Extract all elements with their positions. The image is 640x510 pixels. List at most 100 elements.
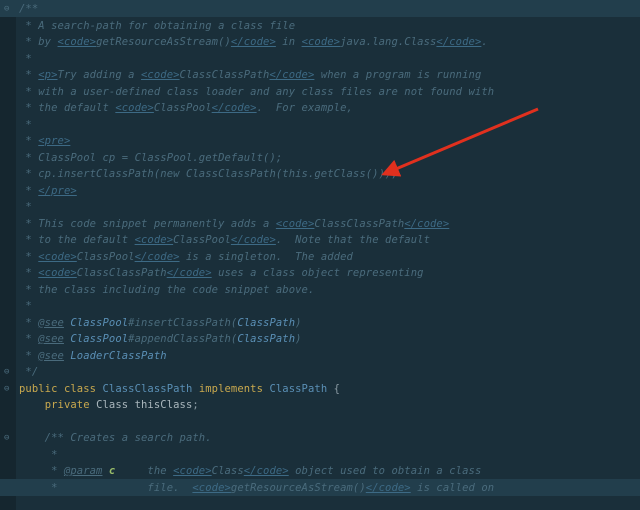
- gutter-fold-mark[interactable]: [4, 67, 12, 84]
- gutter-fold-mark[interactable]: [4, 84, 12, 101]
- code-line[interactable]: *: [19, 117, 636, 134]
- code-line[interactable]: * </pre>: [19, 183, 636, 200]
- code-line[interactable]: * A search-path for obtaining a class fi…: [19, 18, 636, 35]
- code-line[interactable]: /**: [19, 1, 636, 18]
- code-area[interactable]: /** * A search-path for obtaining a clas…: [19, 0, 636, 496]
- token-cmt: *: [19, 267, 38, 279]
- token-cmt: getResourceAsStream(): [231, 482, 366, 494]
- code-line[interactable]: *: [19, 51, 636, 68]
- token-linkmeth: #insertClassPath(: [128, 317, 237, 329]
- code-line[interactable]: */: [19, 364, 636, 381]
- token-tag: <code>: [38, 251, 77, 263]
- token-cmt: ClassPool: [173, 234, 231, 246]
- code-line[interactable]: * <pre>: [19, 133, 636, 150]
- gutter-fold-mark[interactable]: [4, 298, 12, 315]
- gutter-fold-mark[interactable]: [4, 315, 12, 332]
- gutter-fold-mark[interactable]: [4, 265, 12, 282]
- gutter-fold-mark[interactable]: [4, 133, 12, 150]
- token-cmt: is called on: [411, 482, 494, 494]
- token-cmt: when a program is running: [314, 69, 481, 81]
- token-linkmeth: #appendClassPath(: [128, 333, 237, 345]
- code-line[interactable]: * This code snippet permanently adds a <…: [19, 216, 636, 233]
- token-tag: <code>: [141, 69, 180, 81]
- code-line[interactable]: *: [19, 447, 636, 464]
- token-tag: <pre>: [38, 135, 70, 147]
- code-line[interactable]: * file. <code>getResourceAsStream()</cod…: [19, 480, 636, 497]
- gutter-fold-mark[interactable]: [4, 34, 12, 51]
- token-punct: [19, 399, 45, 411]
- token-cmt: *: [19, 300, 32, 312]
- token-cmt: /**: [19, 3, 38, 15]
- code-line[interactable]: * <code>ClassClassPath</code> uses a cla…: [19, 265, 636, 282]
- gutter-fold-mark[interactable]: [4, 199, 12, 216]
- token-cmt: ClassClassPath: [314, 218, 404, 230]
- code-line[interactable]: * the default <code>ClassPool</code>. Fo…: [19, 100, 636, 117]
- token-link: ClassPool: [70, 333, 128, 345]
- gutter-fold-mark[interactable]: [4, 249, 12, 266]
- gutter-fold-mark[interactable]: [4, 100, 12, 117]
- token-cmt: *: [19, 185, 38, 197]
- token-ident: Class: [96, 399, 135, 411]
- code-editor[interactable]: ⊖⊖⊖⊖ /** * A search-path for obtaining a…: [0, 0, 640, 510]
- token-see: @see: [38, 333, 64, 345]
- code-line[interactable]: *: [19, 298, 636, 315]
- token-cmt: * cp.insertClassPath(new ClassClassPath(…: [19, 168, 398, 180]
- gutter-fold-mark[interactable]: [4, 18, 12, 35]
- gutter-fold-mark[interactable]: [4, 463, 12, 480]
- gutter-fold-mark[interactable]: [4, 331, 12, 348]
- code-line[interactable]: * @see ClassPool#insertClassPath(ClassPa…: [19, 315, 636, 332]
- gutter-fold-mark[interactable]: ⊖: [4, 430, 12, 447]
- token-see: @see: [38, 317, 64, 329]
- code-line[interactable]: * with a user-defined class loader and a…: [19, 84, 636, 101]
- code-line[interactable]: * cp.insertClassPath(new ClassClassPath(…: [19, 166, 636, 183]
- gutter-fold-mark[interactable]: [4, 414, 12, 431]
- token-tag: <code>: [302, 36, 341, 48]
- token-cmt: *: [19, 449, 58, 461]
- gutter-fold-mark[interactable]: ⊖: [4, 381, 12, 398]
- token-cmt: /** Creates a search path.: [19, 432, 212, 444]
- gutter-fold-mark[interactable]: [4, 348, 12, 365]
- gutter-fold-mark[interactable]: [4, 232, 12, 249]
- code-line[interactable]: * <code>ClassPool</code> is a singleton.…: [19, 249, 636, 266]
- code-line[interactable]: * by <code>getResourceAsStream()</code> …: [19, 34, 636, 51]
- token-link: ClassPath: [237, 317, 295, 329]
- code-line[interactable]: public class ClassClassPath implements C…: [19, 381, 636, 398]
- gutter-fold-mark[interactable]: [4, 447, 12, 464]
- code-line[interactable]: private Class thisClass;: [19, 397, 636, 414]
- code-line[interactable]: [19, 414, 636, 431]
- code-line[interactable]: * the class including the code snippet a…: [19, 282, 636, 299]
- token-tag: <code>: [192, 482, 231, 494]
- code-line[interactable]: * @see ClassPool#appendClassPath(ClassPa…: [19, 331, 636, 348]
- gutter-fold-mark[interactable]: [4, 166, 12, 183]
- token-cmt: the: [115, 465, 173, 477]
- token-tag: </code>: [231, 36, 276, 48]
- token-tag: </code>: [167, 267, 212, 279]
- gutter-fold-mark[interactable]: [4, 150, 12, 167]
- code-line[interactable]: * @see LoaderClassPath: [19, 348, 636, 365]
- token-cmt: * with a user-defined class loader and a…: [19, 86, 494, 98]
- token-cmt: getResourceAsStream(): [96, 36, 231, 48]
- code-line[interactable]: * to the default <code>ClassPool</code>.…: [19, 232, 636, 249]
- gutter-fold-mark[interactable]: [4, 51, 12, 68]
- token-cmt: * the class including the code snippet a…: [19, 284, 314, 296]
- gutter-fold-mark[interactable]: [4, 117, 12, 134]
- gutter-fold-mark[interactable]: ⊖: [4, 1, 12, 18]
- code-line[interactable]: /** Creates a search path.: [19, 430, 636, 447]
- gutter-fold-mark[interactable]: [4, 216, 12, 233]
- code-line[interactable]: * @param c the <code>Class</code> object…: [19, 463, 636, 480]
- token-cmt: .: [481, 36, 487, 48]
- token-punct: ;: [192, 399, 198, 411]
- gutter-fold-mark[interactable]: ⊖: [4, 364, 12, 381]
- token-cmt: * the default: [19, 102, 115, 114]
- gutter-fold-mark[interactable]: [4, 183, 12, 200]
- code-line[interactable]: *: [19, 199, 636, 216]
- gutter-fold-mark[interactable]: [4, 480, 12, 497]
- token-cmt: ClassClassPath: [180, 69, 270, 81]
- gutter-fold-mark[interactable]: [4, 282, 12, 299]
- code-line[interactable]: * ClassPool cp = ClassPool.getDefault();: [19, 150, 636, 167]
- token-tag: <code>: [276, 218, 315, 230]
- code-line[interactable]: * <p>Try adding a <code>ClassClassPath</…: [19, 67, 636, 84]
- fold-gutter[interactable]: ⊖⊖⊖⊖: [4, 1, 12, 496]
- token-tag: </code>: [244, 465, 289, 477]
- gutter-fold-mark[interactable]: [4, 397, 12, 414]
